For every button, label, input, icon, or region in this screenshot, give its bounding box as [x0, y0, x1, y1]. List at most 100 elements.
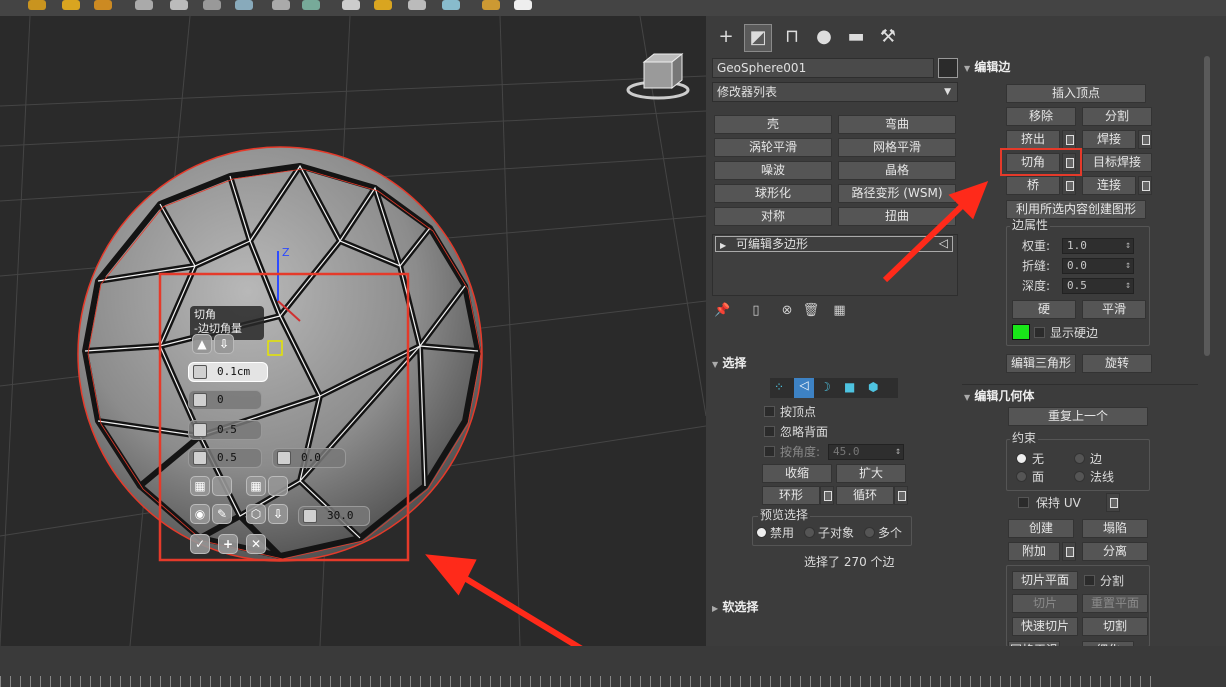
smooth-type-icon[interactable]: ⬡: [246, 504, 266, 524]
weight-spinner[interactable]: 1.0: [1062, 238, 1134, 254]
preview-multi-radio[interactable]: [864, 527, 875, 538]
slice-plane-button[interactable]: 切片平面: [1012, 571, 1078, 590]
open-chamfer-icon[interactable]: ▦: [190, 476, 210, 496]
remove-button[interactable]: 移除: [1006, 107, 1076, 126]
smooth-brush-icon[interactable]: ✎: [212, 504, 232, 524]
vertex-mode-icon[interactable]: ⁘: [774, 380, 784, 394]
show-end-result-icon[interactable]: ▯: [752, 303, 759, 318]
constraint-normal-radio[interactable]: [1074, 471, 1085, 482]
modifier-button[interactable]: 扭曲: [838, 207, 956, 226]
render-setup-icon[interactable]: [482, 0, 500, 10]
chamfer-type-icon[interactable]: ⇩: [214, 334, 234, 354]
collapse-button[interactable]: 塌陷: [1082, 519, 1148, 538]
apply-plus-icon[interactable]: +: [218, 534, 238, 554]
make-unique-icon[interactable]: ⊗: [782, 303, 793, 318]
motion-tab-icon[interactable]: ●: [810, 24, 838, 52]
create-button[interactable]: 创建: [1008, 519, 1074, 538]
reset-plane-button[interactable]: 重置平面: [1082, 594, 1148, 613]
object-name-field[interactable]: GeoSphere001: [712, 58, 934, 78]
smooth-dropdown-icon[interactable]: ⇩: [268, 504, 288, 524]
modifier-button[interactable]: 对称: [714, 207, 832, 226]
remove-modifier-icon[interactable]: 🗑: [803, 303, 820, 318]
insert-vertex-button[interactable]: 插入顶点: [1006, 84, 1146, 103]
depth-field[interactable]: 0.0: [272, 448, 346, 468]
hard-button[interactable]: 硬: [1012, 300, 1076, 319]
quad-chamfer-toggle-icon[interactable]: [268, 476, 288, 496]
render-icon[interactable]: [408, 0, 426, 10]
time-slider[interactable]: [0, 646, 1226, 687]
modifier-button[interactable]: 球形化: [714, 184, 832, 203]
utilities-tab-icon[interactable]: ⚒: [874, 24, 902, 52]
pin-stack-icon[interactable]: 📌: [714, 303, 730, 318]
edit-triangulation-button[interactable]: 编辑三角形: [1006, 354, 1076, 373]
slice-button[interactable]: 切片: [1012, 594, 1078, 613]
grow-button[interactable]: 扩大: [836, 464, 906, 483]
segments-field[interactable]: 0: [188, 390, 262, 410]
stack-item-editable-poly[interactable]: ▶ 可编辑多边形 ◁: [715, 236, 953, 252]
envelope-icon[interactable]: [203, 0, 221, 10]
light-icon[interactable]: [28, 0, 46, 10]
connect-button[interactable]: 连接: [1082, 176, 1136, 195]
inset-field[interactable]: 0.5: [188, 448, 262, 468]
hierarchy-tab-icon[interactable]: ⊓: [778, 24, 806, 52]
modify-tab-icon[interactable]: ◩: [744, 24, 772, 52]
teapot-icon[interactable]: [374, 0, 392, 10]
edge-mode-icon[interactable]: ◁: [794, 378, 814, 398]
modifier-button[interactable]: 晶格: [838, 161, 956, 180]
modifier-stack[interactable]: ▶ 可编辑多边形 ◁: [712, 234, 958, 296]
sphere-icon[interactable]: [170, 0, 188, 10]
material-icon[interactable]: [342, 0, 360, 10]
by-angle-spinner[interactable]: 45.0: [828, 444, 904, 460]
by-angle-checkbox[interactable]: [764, 446, 775, 457]
create-tab-icon[interactable]: +: [712, 24, 740, 52]
sparkle-icon[interactable]: [94, 0, 112, 10]
render-frame-icon[interactable]: [442, 0, 460, 10]
preview-subobject-radio[interactable]: [804, 527, 815, 538]
display-hard-checkbox[interactable]: [1034, 327, 1045, 338]
ring-spinner[interactable]: [820, 486, 834, 505]
quad-chamfer-icon[interactable]: ▦: [246, 476, 266, 496]
ring-button[interactable]: 环形: [762, 486, 820, 505]
smooth-icon[interactable]: ◉: [190, 504, 210, 524]
modifier-button[interactable]: 涡轮平滑: [714, 138, 832, 157]
cancel-x-icon[interactable]: ✕: [246, 534, 266, 554]
depth-spinner[interactable]: 0.5: [1062, 278, 1134, 294]
sun-icon[interactable]: [62, 0, 80, 10]
modifier-button[interactable]: 噪波: [714, 161, 832, 180]
shrink-button[interactable]: 收缩: [762, 464, 832, 483]
create-shape-button[interactable]: 利用所选内容创建图形: [1006, 200, 1146, 219]
constraint-face-radio[interactable]: [1016, 471, 1027, 482]
modifier-list-dropdown[interactable]: 修改器列表 ▼: [712, 82, 958, 102]
perspective-viewport[interactable]: Z 切角 -边切角量 ▲ ⇩ 0.1cm 0 0.5 0.5 0.0 ▦ ▦ ◉…: [0, 16, 706, 646]
repeat-last-button[interactable]: 重复上一个: [1008, 407, 1148, 426]
bridge-button[interactable]: 桥: [1006, 176, 1060, 195]
check-icon[interactable]: [514, 0, 532, 10]
connect-settings-icon[interactable]: [1138, 176, 1152, 195]
hand-icon[interactable]: [272, 0, 290, 10]
hard-edge-color-swatch[interactable]: [1012, 324, 1030, 340]
modifier-button[interactable]: 路径变形 (WSM): [838, 184, 956, 203]
image-icon[interactable]: [235, 0, 253, 10]
ignore-backfacing-checkbox[interactable]: [764, 426, 775, 437]
turn-button[interactable]: 旋转: [1082, 354, 1152, 373]
smooth-button[interactable]: 平滑: [1082, 300, 1146, 319]
stack-expand-icon[interactable]: ▶: [720, 241, 726, 250]
extrude-settings-icon[interactable]: [1062, 130, 1076, 149]
smooth-threshold-field[interactable]: 30.0: [298, 506, 370, 526]
ok-check-icon[interactable]: ✓: [190, 534, 210, 554]
attach-button[interactable]: 附加: [1008, 542, 1060, 561]
cut-button[interactable]: 切割: [1082, 617, 1148, 636]
constraint-none-radio[interactable]: [1016, 453, 1027, 464]
quickslice-button[interactable]: 快速切片: [1012, 617, 1078, 636]
element-mode-icon[interactable]: ⬢: [868, 380, 878, 394]
modifier-button[interactable]: 网格平滑: [838, 138, 956, 157]
polygon-mode-icon[interactable]: ■: [844, 380, 855, 394]
open-chamfer-toggle-icon[interactable]: [212, 476, 232, 496]
weld-settings-icon[interactable]: [1138, 130, 1152, 149]
selection-header[interactable]: ▼ 选择: [712, 354, 746, 372]
loop-button[interactable]: 循环: [836, 486, 894, 505]
camera-icon[interactable]: [302, 0, 320, 10]
detach-button[interactable]: 分离: [1082, 542, 1148, 561]
attach-settings-icon[interactable]: [1062, 542, 1076, 561]
split-checkbox[interactable]: [1084, 575, 1095, 586]
